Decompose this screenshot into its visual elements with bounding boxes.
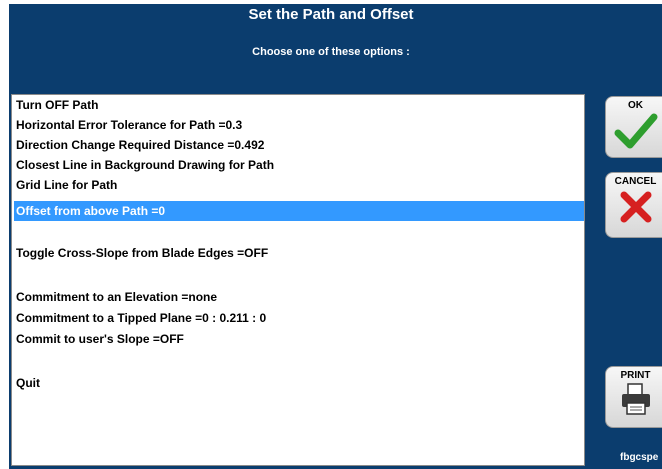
print-button-label: PRINT [620,370,651,381]
printer-icon [606,381,662,417]
option-grid-line-for-path[interactable]: Grid Line for Path [14,175,584,195]
print-button[interactable]: PRINT [605,366,662,428]
option-closest-line-background[interactable]: Closest Line in Background Drawing for P… [14,155,584,175]
ok-button-label: OK [628,100,643,111]
option-quit[interactable]: Quit [14,373,584,393]
option-offset-from-path[interactable]: Offset from above Path =0 [14,201,584,221]
options-list: Turn OFF Path Horizontal Error Tolerance… [11,94,585,466]
dialog-title: Set the Path and Offset [248,6,414,23]
option-horizontal-error-tolerance[interactable]: Horizontal Error Tolerance for Path =0.3 [14,115,584,135]
ok-button[interactable]: OK [605,96,662,158]
checkmark-icon [606,111,662,151]
option-commitment-elevation[interactable]: Commitment to an Elevation =none [14,287,584,307]
x-icon [606,187,662,227]
cancel-button-label: CANCEL [614,176,657,187]
option-direction-change-distance[interactable]: Direction Change Required Distance =0.49… [14,135,584,155]
option-toggle-cross-slope[interactable]: Toggle Cross-Slope from Blade Edges =OFF [14,243,584,263]
option-commitment-tipped-plane[interactable]: Commitment to a Tipped Plane =0 : 0.211 … [14,308,584,328]
dialog-window: Set the Path and Offset Choose one of th… [0,0,662,469]
left-border [0,0,9,469]
dialog-subtitle: Choose one of these options : [252,46,410,58]
option-turn-off-path[interactable]: Turn OFF Path [14,95,584,115]
footer-text: fbgcspe [620,452,659,463]
top-border [0,0,662,4]
option-commit-user-slope[interactable]: Commit to user's Slope =OFF [14,329,584,349]
cancel-button[interactable]: CANCEL [605,172,662,238]
